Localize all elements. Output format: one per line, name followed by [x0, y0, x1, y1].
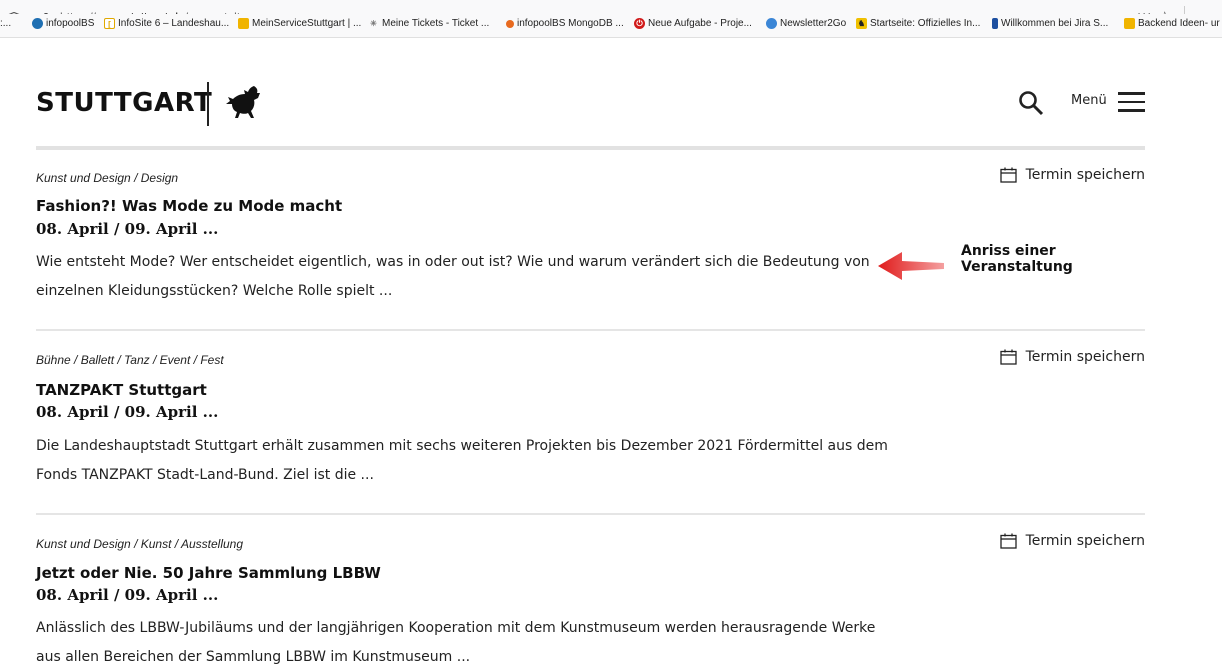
stuttgart-horse-icon[interactable] [224, 84, 262, 120]
bookmark-item[interactable]: ⏻ Neue Aufgabe - Proje... [634, 18, 752, 29]
annotation-label: Anriss einer Veranstaltung [961, 243, 1073, 275]
event-title[interactable]: TANZPAKT Stuttgart [36, 381, 207, 399]
power-icon: ⏻ [634, 18, 645, 29]
bookmark-label: Willkommen bei Jira S... [1001, 18, 1109, 29]
ticket-icon: ✳ [370, 19, 377, 28]
bookmark-label: Newsletter2Go [780, 18, 847, 29]
event-teaser: Bühne / Ballett / Tanz / Event / Fest TA… [36, 349, 1145, 483]
stuttgart-logo[interactable]: STUTTGART [36, 88, 212, 118]
event-teaser: Kunst und Design / Design Fashion?! Was … [36, 167, 1145, 299]
annotation-line: Anriss einer [961, 243, 1056, 259]
save-date-button[interactable]: Termin speichern [999, 349, 1145, 365]
bookmark-item[interactable]: infopoolBS [32, 18, 94, 29]
save-date-label: Termin speichern [1025, 349, 1145, 365]
bookmark-item[interactable]: MeinServiceStuttgart | ... [238, 18, 361, 29]
save-date-label: Termin speichern [1025, 167, 1145, 183]
event-category: Kunst und Design / Design [36, 171, 179, 185]
infosite-icon: [ [104, 18, 115, 29]
bookmark-item[interactable]: infopoolBS MongoDB ... [506, 18, 624, 29]
bookmark-label: Neue Aufgabe - Proje... [648, 18, 752, 29]
event-date: 08. April / 09. April ... [36, 403, 219, 421]
bookmark-item[interactable]: [InfoSite 6 – Landeshau... [104, 18, 229, 29]
bookmark-item[interactable]: Newsletter2Go [766, 18, 846, 29]
page: https://www.stuttgart.de/veranstaltungen… [0, 0, 1222, 666]
bookmark-label: infopoolBS MongoDB ... [517, 18, 624, 29]
calendar-icon [999, 349, 1017, 365]
stuttgart-horse-icon: ♞ [856, 18, 867, 29]
header-rule [36, 146, 1145, 150]
confluence-icon [238, 18, 249, 29]
bookmark-item[interactable]: ✳ Meine Tickets - Ticket ... [368, 18, 489, 29]
event-date: 08. April / 09. April ... [36, 586, 219, 604]
menu-label[interactable]: Menü [1071, 93, 1107, 108]
bookmark-label: Startseite: Offizielles In... [870, 18, 981, 29]
confluence-icon [1124, 18, 1135, 29]
newsletter-icon [766, 18, 777, 29]
bookmark-label: infopoolBS [46, 18, 95, 29]
bookmark-label: Meine Tickets - Ticket ... [382, 18, 490, 29]
bookmark-label: :... [0, 18, 12, 29]
save-date-button[interactable]: Termin speichern [999, 167, 1145, 183]
annotation-arrow [878, 252, 944, 280]
save-date-label: Termin speichern [1025, 533, 1145, 549]
event-divider [36, 329, 1145, 331]
search-icon[interactable] [1018, 90, 1044, 116]
mongodb-icon [506, 19, 514, 28]
bookmark-item[interactable]: :... [0, 18, 11, 29]
hamburger-menu-icon[interactable] [1118, 92, 1145, 112]
event-date: 08. April / 09. April ... [36, 220, 219, 238]
bookmark-label: Backend Ideen- ur [1138, 18, 1220, 29]
save-date-button[interactable]: Termin speichern [999, 533, 1145, 549]
bookmark-item[interactable]: Willkommen bei Jira S... [992, 18, 1108, 29]
event-title[interactable]: Jetzt oder Nie. 50 Jahre Sammlung LBBW [36, 564, 381, 582]
bookmark-item[interactable]: Backend Ideen- ur [1124, 18, 1220, 29]
event-description: Anlässlich des LBBW-Jubiläums und der la… [36, 620, 876, 665]
calendar-icon [999, 533, 1017, 549]
event-category: Kunst und Design / Kunst / Ausstellung [36, 537, 244, 551]
bookmark-item[interactable]: ♞ Startseite: Offizielles In... [856, 18, 980, 29]
infopool-icon [32, 18, 43, 29]
jira-icon [992, 18, 998, 29]
logo-divider [207, 82, 209, 126]
event-description: Wie entsteht Mode? Wer entscheidet eigen… [36, 254, 870, 299]
event-title[interactable]: Fashion?! Was Mode zu Mode macht [36, 197, 342, 215]
bookmarks-bar: :... infopoolBS [InfoSite 6 – Landeshau.… [0, 14, 1222, 38]
bookmark-label: MeinServiceStuttgart | ... [252, 18, 362, 29]
annotation-line: Veranstaltung [961, 259, 1073, 275]
event-description: Die Landeshauptstadt Stuttgart erhält zu… [36, 438, 888, 483]
calendar-icon [999, 167, 1017, 183]
event-teaser: Kunst und Design / Kunst / Ausstellung J… [36, 533, 1145, 665]
bookmark-label: InfoSite 6 – Landeshau... [118, 18, 230, 29]
event-divider [36, 513, 1145, 515]
event-category: Bühne / Ballett / Tanz / Event / Fest [36, 353, 224, 367]
